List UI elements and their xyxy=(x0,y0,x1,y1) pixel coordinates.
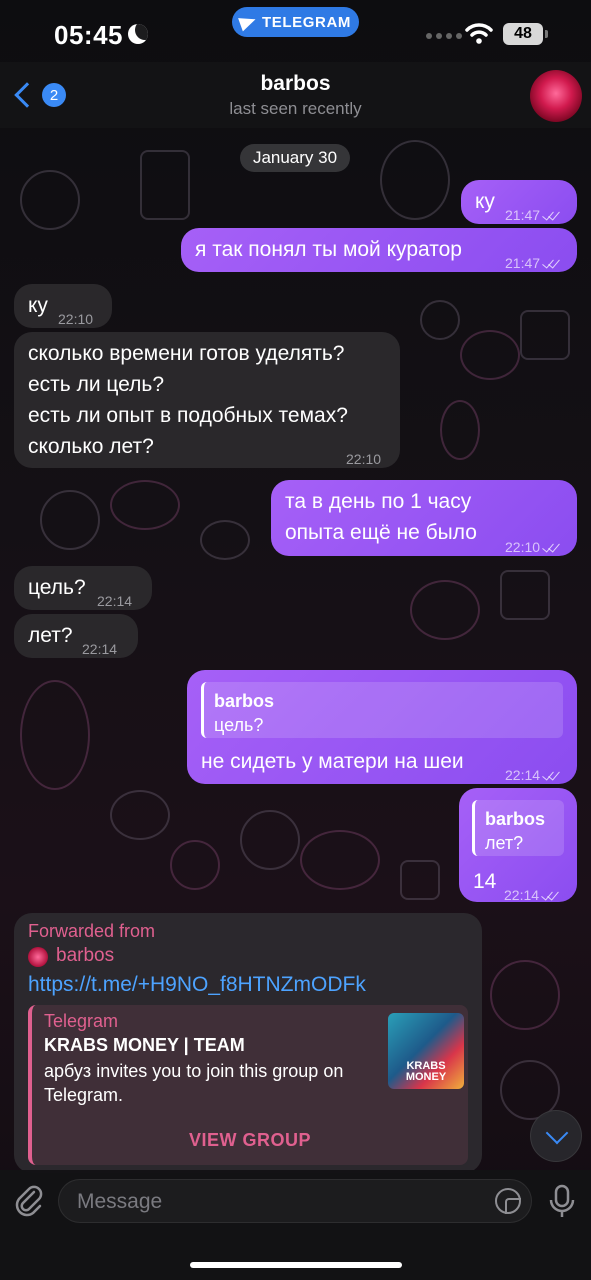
preview-description: арбуз invites you to join this group on … xyxy=(44,1061,344,1105)
forwarded-label: Forwarded from xyxy=(28,921,156,941)
read-ticks-icon xyxy=(543,211,561,221)
telegram-plane-icon xyxy=(238,12,258,32)
message-bubble[interactable]: ку 22:10 xyxy=(14,284,112,328)
forwarded-message[interactable]: Forwarded from barbos https://t.me/+H9NO… xyxy=(14,913,482,1173)
signal-icon xyxy=(426,33,462,39)
reply-quote[interactable]: barbos цель? xyxy=(201,682,563,738)
message-meta: 22:10 xyxy=(346,444,381,475)
read-ticks-icon xyxy=(543,771,561,781)
message-meta: 21:47 xyxy=(505,200,561,231)
microphone-icon[interactable] xyxy=(548,1184,576,1220)
message-time: 22:14 xyxy=(504,887,540,903)
message-meta: 22:10 xyxy=(58,304,93,335)
message-text: 14 xyxy=(473,870,497,893)
message-meta: 22:14 xyxy=(505,760,561,791)
date-separator: January 30 xyxy=(240,144,350,172)
telegram-pill-label: TELEGRAM xyxy=(262,13,351,31)
chat-header: 2 barbos last seen recently xyxy=(0,62,591,128)
paperclip-icon[interactable] xyxy=(14,1184,44,1218)
message-line: есть ли цель? xyxy=(28,373,165,396)
message-text: цель? xyxy=(28,576,86,599)
moon-icon xyxy=(128,24,148,44)
message-bubble[interactable]: ку 21:47 xyxy=(461,180,577,224)
message-text: лет? xyxy=(28,624,73,647)
message-line: есть ли опыт в подобных темах? xyxy=(28,404,348,427)
forward-source-avatar xyxy=(28,947,48,967)
chat-title[interactable]: barbos xyxy=(0,72,591,96)
message-placeholder: Message xyxy=(77,1190,163,1213)
message-meta: 22:10 xyxy=(505,532,561,563)
message-time: 22:10 xyxy=(346,451,382,467)
home-indicator xyxy=(190,1262,402,1268)
read-ticks-icon xyxy=(542,891,560,901)
message-input[interactable]: Message xyxy=(58,1179,532,1223)
avatar[interactable] xyxy=(530,70,582,122)
message-meta: 22:14 xyxy=(82,634,117,665)
message-bubble[interactable]: лет? 22:14 xyxy=(14,614,138,658)
chat-status: last seen recently xyxy=(229,99,362,118)
reply-text: лет? xyxy=(485,833,524,853)
telegram-pill[interactable]: TELEGRAM xyxy=(232,7,359,37)
preview-site-name: Telegram xyxy=(44,1011,119,1031)
clock: 05:45 xyxy=(54,20,123,50)
message-text: ку xyxy=(28,294,48,317)
message-bubble[interactable]: сколько времени готов уделять? есть ли ц… xyxy=(14,332,400,468)
reply-text: цель? xyxy=(214,715,264,735)
message-bubble[interactable]: я так понял ты мой куратор 21:47 xyxy=(181,228,577,272)
status-bar: 05:45 TELEGRAM 48 xyxy=(0,0,591,62)
battery-icon: 48 xyxy=(503,23,548,45)
message-time: 21:47 xyxy=(505,255,541,271)
message-line: сколько лет? xyxy=(28,435,154,458)
message-meta: 21:47 xyxy=(505,248,561,279)
preview-thumbnail: KRABS MONEY xyxy=(388,1013,464,1089)
message-text: ку xyxy=(475,190,495,213)
reply-quote[interactable]: barbos лет? xyxy=(472,800,564,856)
view-group-button[interactable]: VIEW GROUP xyxy=(32,1123,468,1157)
thumbnail-logo-text: KRABS MONEY xyxy=(405,1060,447,1083)
forward-source-name[interactable]: barbos xyxy=(56,945,114,967)
scroll-down-button[interactable] xyxy=(530,1110,582,1162)
link-preview[interactable]: Telegram KRABS MONEY | TEAM арбуз invite… xyxy=(28,1005,468,1165)
message-bubble[interactable]: barbos лет? 14 22:14 xyxy=(459,788,577,903)
sticker-icon[interactable] xyxy=(495,1188,521,1214)
invite-link[interactable]: https://t.me/+H9NO_f8HTNZmODFk xyxy=(28,973,366,997)
message-line: та в день по 1 часу xyxy=(285,490,472,513)
message-time: 22:14 xyxy=(505,767,541,783)
message-time: 21:47 xyxy=(505,207,541,223)
message-line: опыта ещё не было xyxy=(285,521,477,544)
message-bubble[interactable]: та в день по 1 часу опыта ещё не было 22… xyxy=(271,480,577,556)
message-time: 22:10 xyxy=(505,539,541,555)
message-text: не сидеть у матери на шеи xyxy=(201,750,464,773)
message-bubble[interactable]: цель? 22:14 xyxy=(14,566,152,610)
message-meta: 22:14 xyxy=(97,586,132,617)
read-ticks-icon xyxy=(543,259,561,269)
message-meta: 22:14 xyxy=(504,880,560,911)
message-text: я так понял ты мой куратор xyxy=(195,238,462,261)
message-time: 22:10 xyxy=(58,311,94,327)
read-ticks-icon xyxy=(543,543,561,553)
message-line: сколько времени готов уделять? xyxy=(28,342,345,365)
message-bubble[interactable]: barbos цель? не сидеть у матери на шеи 2… xyxy=(187,670,577,784)
preview-title: KRABS MONEY | TEAM xyxy=(44,1035,245,1055)
wifi-icon xyxy=(465,23,493,44)
message-time: 22:14 xyxy=(97,593,133,609)
message-time: 22:14 xyxy=(82,641,118,657)
